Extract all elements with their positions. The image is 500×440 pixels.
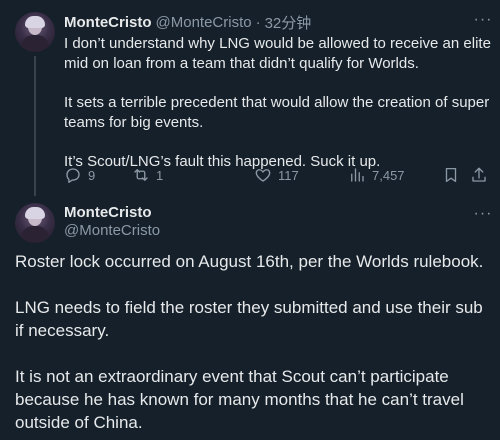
display-name[interactable]: MonteCristo: [64, 14, 152, 31]
tweet-text: I don’t understand why LNG would be allo…: [64, 34, 494, 172]
tweet-paragraph: It is not an extraordinary event that Sc…: [15, 367, 464, 432]
timeline: MonteCristo @MonteCristo · 32分钟 ··· I do…: [0, 0, 500, 440]
tweet-paragraph: Roster lock occurred on August 16th, per…: [15, 252, 484, 271]
tweet-paragraph: It sets a terrible precedent that would …: [64, 94, 490, 131]
like-count: 117: [278, 167, 299, 183]
reply-tweet[interactable]: MonteCristo @MonteCristo · 32分钟 ··· I do…: [0, 0, 500, 196]
user-handle[interactable]: @MonteCristo: [64, 222, 160, 239]
avatar[interactable]: [15, 12, 55, 52]
tweet-text: Roster lock occurred on August 16th, per…: [15, 250, 495, 434]
tweet-paragraph: I don’t understand why LNG would be allo…: [64, 35, 491, 72]
action-bar: 9 1 117 7,457: [64, 164, 494, 186]
retweet-button[interactable]: 1: [132, 164, 163, 186]
views-icon: [351, 168, 364, 182]
more-icon[interactable]: ···: [472, 10, 494, 30]
bookmark-icon: [445, 167, 457, 183]
reply-button[interactable]: 9: [64, 164, 95, 186]
views-button[interactable]: 7,457: [348, 164, 405, 186]
retweet-count: 1: [156, 167, 164, 183]
display-name[interactable]: MonteCristo: [64, 204, 152, 221]
tweet-paragraph: LNG needs to field the roster they submi…: [15, 298, 483, 340]
more-icon[interactable]: ···: [472, 204, 494, 224]
retweet-icon: [134, 169, 148, 181]
thread-connector-line: [34, 56, 36, 196]
timestamp[interactable]: 32分钟: [265, 12, 312, 33]
tweet-header: MonteCristo @MonteCristo · 32分钟: [64, 12, 311, 32]
separator-dot: ·: [255, 13, 261, 31]
share-icon: [472, 167, 486, 182]
like-button[interactable]: 117: [254, 164, 299, 186]
reply-icon: [66, 168, 80, 183]
main-tweet[interactable]: MonteCristo @MonteCristo ··· Roster lock…: [0, 196, 500, 440]
like-icon: [255, 169, 271, 182]
share-button[interactable]: [470, 164, 488, 186]
reply-count: 9: [88, 167, 96, 183]
user-handle[interactable]: @MonteCristo: [156, 14, 252, 31]
views-count: 7,457: [372, 167, 405, 183]
avatar[interactable]: [15, 203, 55, 243]
bookmark-button[interactable]: [442, 164, 460, 186]
